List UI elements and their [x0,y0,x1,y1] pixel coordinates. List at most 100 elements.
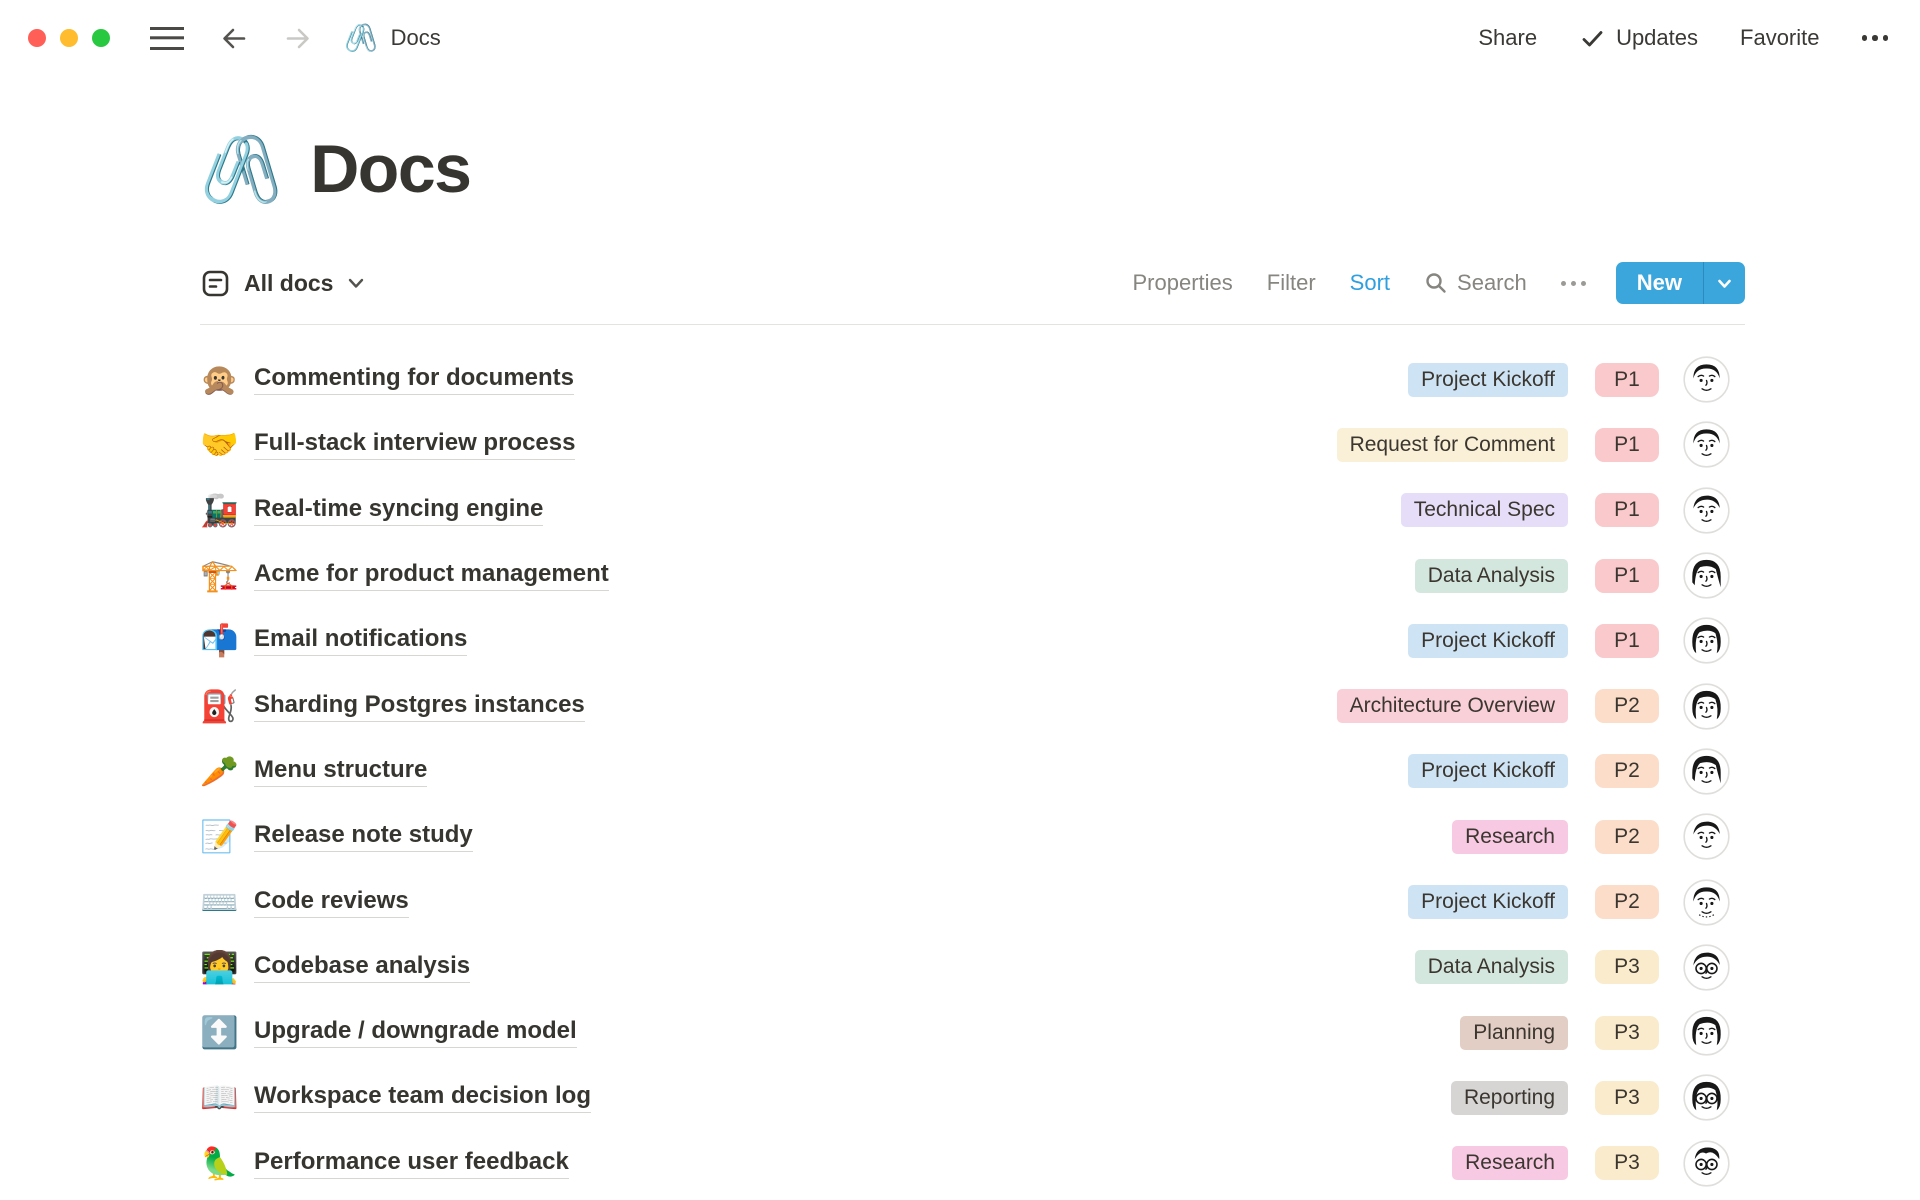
tag-pill[interactable]: Architecture Overview [1337,689,1568,723]
favorite-button[interactable]: Favorite [1740,25,1819,51]
tag-pill[interactable]: Data Analysis [1415,950,1568,984]
woman-technologist-icon: 👩‍💻 [200,952,254,983]
priority-pill[interactable]: P1 [1595,428,1659,462]
doc-row[interactable]: 📝 Release note study Research P2 [200,804,1745,869]
doc-title-link[interactable]: Upgrade / downgrade model [254,1017,577,1048]
doc-row[interactable]: 🦜 Performance user feedback Research P3 [200,1131,1745,1196]
doc-list: 🙊 Commenting for documents Project Kicko… [200,325,1745,1196]
avatar[interactable] [1683,944,1730,991]
priority-pill[interactable]: P1 [1595,363,1659,397]
doc-row[interactable]: 📖 Workspace team decision log Reporting … [200,1065,1745,1130]
priority-pill[interactable]: P1 [1595,624,1659,658]
search-button[interactable]: Search [1424,270,1527,296]
priority-pill[interactable]: P2 [1595,885,1659,919]
doc-title-link[interactable]: Performance user feedback [254,1148,569,1179]
tag-pill[interactable]: Research [1452,1146,1568,1180]
priority-pill[interactable]: P3 [1595,950,1659,984]
new-button[interactable]: New [1616,262,1703,304]
updates-button[interactable]: Updates [1579,25,1698,52]
page-title[interactable]: Docs [310,130,470,208]
filter-button[interactable]: Filter [1267,270,1316,296]
share-button[interactable]: Share [1478,25,1537,51]
avatar[interactable] [1683,683,1730,730]
avatar[interactable] [1683,879,1730,926]
chevron-down-icon [1715,274,1734,293]
more-icon [1862,35,1868,41]
more-options-button[interactable] [1862,35,1889,41]
doc-title-link[interactable]: Codebase analysis [254,952,470,983]
sidebar-toggle-icon[interactable] [150,27,184,50]
avatar[interactable] [1683,552,1730,599]
updates-label: Updates [1616,25,1698,51]
priority-pill[interactable]: P2 [1595,689,1659,723]
back-button[interactable] [218,23,249,54]
doc-title-link[interactable]: Code reviews [254,887,409,918]
titlebar: 🖇️ Docs Share Updates Favorite [0,0,1920,76]
handshake-icon: 🤝 [200,429,254,460]
avatar[interactable] [1683,617,1730,664]
fuel-pump-icon: ⛽ [200,691,254,722]
doc-title-link[interactable]: Sharding Postgres instances [254,691,585,722]
avatar[interactable] [1683,748,1730,795]
view-selector[interactable]: All docs [200,268,366,299]
tag-pill[interactable]: Project Kickoff [1408,885,1568,919]
doc-title-link[interactable]: Menu structure [254,756,427,787]
doc-row[interactable]: 📬 Email notifications Project Kickoff P1 [200,608,1745,673]
avatar[interactable] [1683,1009,1730,1056]
priority-pill[interactable]: P3 [1595,1081,1659,1115]
priority-pill[interactable]: P1 [1595,559,1659,593]
tag-pill[interactable]: Request for Comment [1337,428,1568,462]
tag-pill[interactable]: Technical Spec [1401,493,1568,527]
properties-button[interactable]: Properties [1133,270,1233,296]
doc-row[interactable]: 👩‍💻 Codebase analysis Data Analysis P3 [200,935,1745,1000]
priority-pill[interactable]: P2 [1595,754,1659,788]
doc-title-link[interactable]: Real-time syncing engine [254,495,543,526]
doc-row[interactable]: 🤝 Full-stack interview process Request f… [200,412,1745,477]
minimize-window-button[interactable] [60,29,78,47]
doc-title-link[interactable]: Email notifications [254,625,467,656]
doc-row[interactable]: 🥕 Menu structure Project Kickoff P2 [200,739,1745,804]
priority-pill[interactable]: P1 [1595,493,1659,527]
keyboard-icon: ⌨️ [200,887,254,918]
avatar[interactable] [1683,487,1730,534]
new-dropdown-button[interactable] [1703,262,1745,304]
doc-row[interactable]: ⛽ Sharding Postgres instances Architectu… [200,673,1745,738]
priority-pill[interactable]: P3 [1595,1016,1659,1050]
forward-button[interactable] [283,23,314,54]
doc-row[interactable]: ⌨️ Code reviews Project Kickoff P2 [200,869,1745,934]
tag-pill[interactable]: Planning [1460,1016,1568,1050]
zoom-window-button[interactable] [92,29,110,47]
avatar[interactable] [1683,1140,1730,1187]
view-more-options-button[interactable] [1561,281,1586,286]
tag-pill[interactable]: Project Kickoff [1408,754,1568,788]
doc-title-link[interactable]: Acme for product management [254,560,609,591]
search-icon [1424,271,1448,295]
check-icon [1579,25,1606,52]
doc-title-link[interactable]: Commenting for documents [254,364,574,395]
doc-row[interactable]: ↕️ Upgrade / downgrade model Planning P3 [200,1000,1745,1065]
doc-row[interactable]: 🚂 Real-time syncing engine Technical Spe… [200,478,1745,543]
document-view-icon [200,268,231,299]
page-emoji-icon: 🖇️ [344,25,378,52]
tag-pill[interactable]: Research [1452,820,1568,854]
avatar[interactable] [1683,813,1730,860]
doc-title-link[interactable]: Release note study [254,821,473,852]
avatar[interactable] [1683,356,1730,403]
tag-pill[interactable]: Reporting [1451,1081,1568,1115]
tag-pill[interactable]: Data Analysis [1415,559,1568,593]
priority-pill[interactable]: P2 [1595,820,1659,854]
doc-row[interactable]: 🙊 Commenting for documents Project Kicko… [200,347,1745,412]
search-label: Search [1457,270,1527,296]
priority-pill[interactable]: P3 [1595,1146,1659,1180]
doc-title-link[interactable]: Workspace team decision log [254,1082,591,1113]
avatar[interactable] [1683,1074,1730,1121]
tag-pill[interactable]: Project Kickoff [1408,624,1568,658]
doc-row[interactable]: 🏗️ Acme for product management Data Anal… [200,543,1745,608]
close-window-button[interactable] [28,29,46,47]
arrow-left-icon [218,23,249,54]
doc-title-link[interactable]: Full-stack interview process [254,429,575,460]
avatar[interactable] [1683,421,1730,468]
page-icon[interactable]: 🖇️ [200,136,282,202]
tag-pill[interactable]: Project Kickoff [1408,363,1568,397]
sort-button[interactable]: Sort [1350,270,1390,296]
